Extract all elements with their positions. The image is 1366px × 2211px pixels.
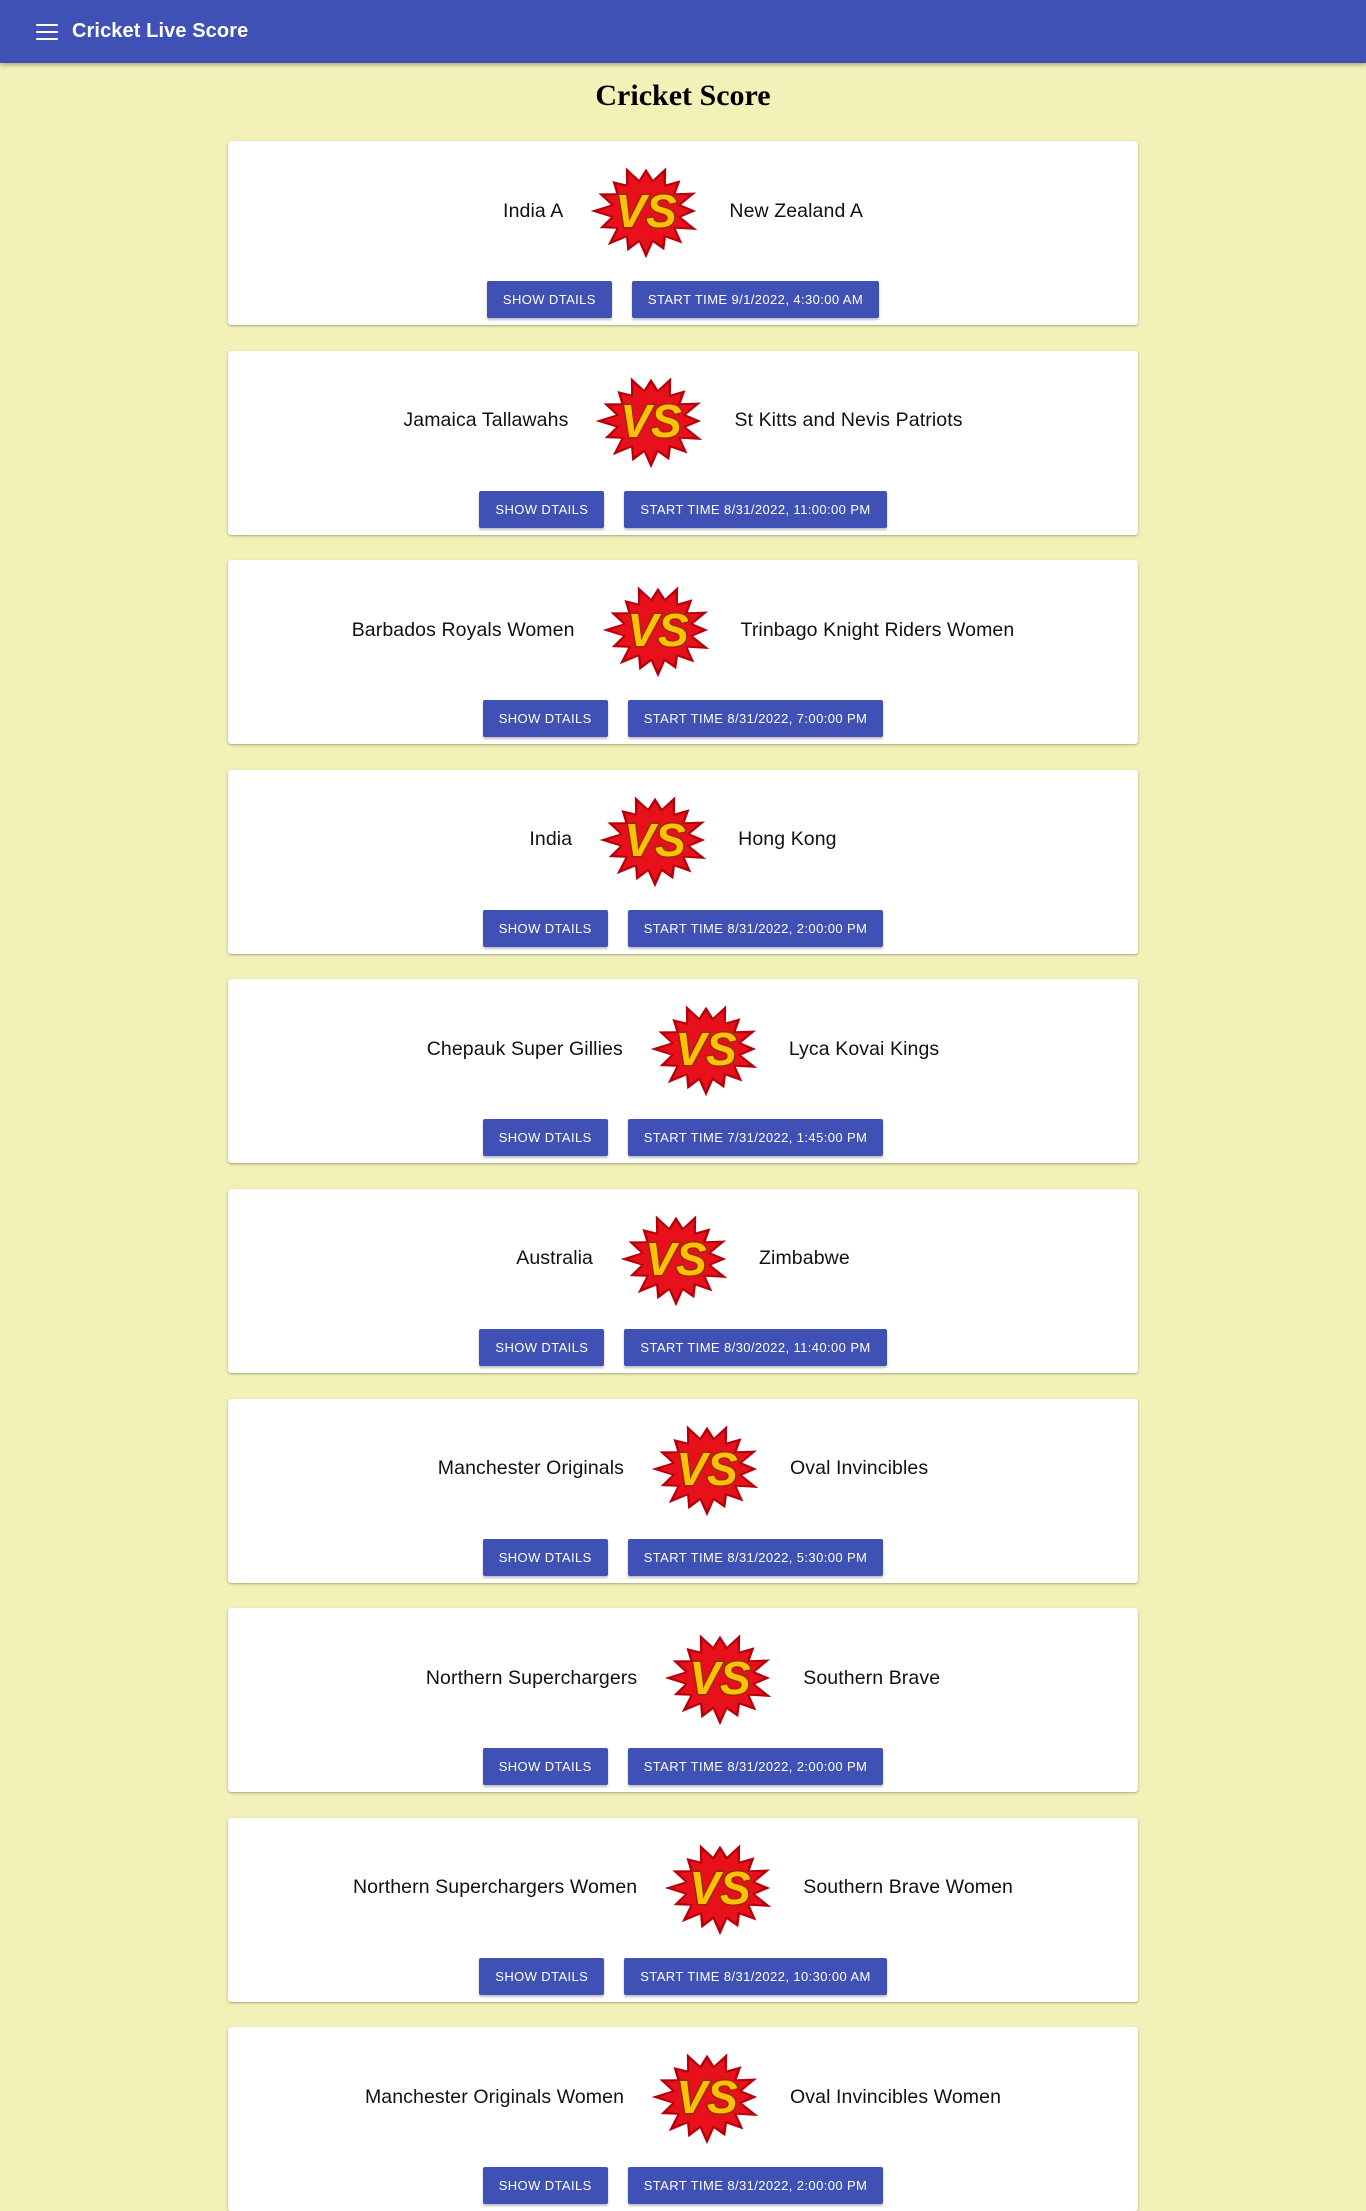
match-list: India A VS New Zealand A SHOW DTAILS START T… xyxy=(228,141,1138,2211)
card-actions: SHOW DTAILS START TIME 8/31/2022, 2:00:00… xyxy=(228,1748,1138,1786)
team-home-name: Northern Superchargers xyxy=(425,1666,638,1689)
teams-row: Australia VS Zimbabwe xyxy=(228,1211,1138,1307)
match-card: Manchester Originals Women VS Oval Invinci… xyxy=(228,2027,1138,2211)
show-details-button[interactable]: SHOW DTAILS xyxy=(482,1119,608,1157)
vs-badge-icon: VS xyxy=(591,167,698,259)
match-card: Chepauk Super Gillies VS Lyca Kovai Kings S… xyxy=(228,979,1138,1164)
start-time-button[interactable]: START TIME 8/31/2022, 11:00:00 PM xyxy=(624,490,887,528)
team-away-name: Southern Brave xyxy=(803,1666,941,1689)
card-actions: SHOW DTAILS START TIME 8/30/2022, 11:40:0… xyxy=(228,1328,1138,1366)
teams-row: Manchester Originals VS Oval Invincibles xyxy=(228,1421,1138,1517)
teams-row: Chepauk Super Gillies VS Lyca Kovai Kings xyxy=(228,1001,1138,1097)
team-home-name: Barbados Royals Women xyxy=(351,618,575,641)
match-card: Northern Superchargers Women VS Southern B… xyxy=(228,1817,1138,2002)
team-away-name: Oval Invincibles Women xyxy=(790,2085,1002,2108)
match-card: Jamaica Tallawahs VS St Kitts and Nevis Pa… xyxy=(228,350,1138,535)
menu-icon[interactable] xyxy=(36,23,58,40)
team-home-name: Chepauk Super Gillies xyxy=(426,1037,623,1060)
vs-badge-icon: VS xyxy=(665,1844,772,1935)
match-card: Barbados Royals Women VS Trinbago Knight R… xyxy=(228,560,1138,745)
team-away-name: New Zealand A xyxy=(729,199,863,222)
card-actions: SHOW DTAILS START TIME 8/31/2022, 11:00:0… xyxy=(228,490,1138,528)
card-actions: SHOW DTAILS START TIME 8/31/2022, 7:00:00… xyxy=(228,700,1138,738)
page-title: Cricket Score xyxy=(595,79,771,112)
vs-text: VS xyxy=(616,185,678,237)
teams-row: Jamaica Tallawahs VS St Kitts and Nevis Pa… xyxy=(228,373,1138,469)
start-time-button[interactable]: START TIME 8/31/2022, 2:00:00 PM xyxy=(627,2167,884,2205)
team-home-name: Northern Superchargers Women xyxy=(353,1876,638,1899)
vs-text: VS xyxy=(645,1233,707,1285)
vs-badge-icon: VS xyxy=(621,1215,728,1307)
start-time-button[interactable]: START TIME 9/1/2022, 4:30:00 AM xyxy=(631,281,880,318)
team-away-name: Southern Brave Women xyxy=(803,1876,1013,1899)
teams-row: Northern Superchargers VS Southern Brave xyxy=(228,1630,1138,1726)
card-actions: SHOW DTAILS START TIME 9/1/2022, 4:30:00 … xyxy=(228,281,1138,318)
teams-row: India VS Hong Kong xyxy=(228,792,1138,888)
team-away-name: Lyca Kovai Kings xyxy=(788,1037,940,1060)
show-details-button[interactable]: SHOW DTAILS xyxy=(482,2167,608,2205)
match-card: India VS Hong Kong SHOW DTAILS START TIME 8/… xyxy=(228,769,1138,954)
vs-text: VS xyxy=(676,1443,738,1495)
match-card: Northern Superchargers VS Southern Brave SH… xyxy=(228,1608,1138,1793)
start-time-button[interactable]: START TIME 8/31/2022, 2:00:00 PM xyxy=(627,1748,884,1786)
start-time-button[interactable]: START TIME 7/31/2022, 1:45:00 PM xyxy=(627,1119,884,1157)
team-home-name: Jamaica Tallawahs xyxy=(403,409,569,432)
vs-badge-icon: VS xyxy=(652,2053,759,2145)
vs-text: VS xyxy=(627,604,689,656)
card-actions: SHOW DTAILS START TIME 8/31/2022, 2:00:00… xyxy=(228,2167,1138,2205)
team-away-name: Trinbago Knight Riders Women xyxy=(740,618,1015,641)
teams-row: India A VS New Zealand A xyxy=(228,163,1138,259)
team-away-name: Oval Invincibles xyxy=(790,1457,929,1480)
show-details-button[interactable]: SHOW DTAILS xyxy=(479,490,605,528)
show-details-button[interactable]: SHOW DTAILS xyxy=(482,1748,608,1786)
vs-badge-icon: VS xyxy=(650,1005,758,1097)
start-time-button[interactable]: START TIME 8/31/2022, 7:00:00 PM xyxy=(627,700,884,738)
start-time-button[interactable]: START TIME 8/31/2022, 5:30:00 PM xyxy=(627,1538,884,1576)
vs-text: VS xyxy=(675,1023,737,1075)
card-actions: SHOW DTAILS START TIME 8/31/2022, 5:30:00… xyxy=(228,1538,1138,1576)
vs-text: VS xyxy=(676,2071,738,2123)
start-time-button[interactable]: START TIME 8/30/2022, 11:40:00 PM xyxy=(624,1328,887,1366)
team-home-name: Australia xyxy=(516,1247,594,1270)
card-actions: SHOW DTAILS START TIME 7/31/2022, 1:45:00… xyxy=(228,1119,1138,1157)
vs-badge-icon: VS xyxy=(652,1424,759,1516)
card-actions: SHOW DTAILS START TIME 8/31/2022, 2:00:00… xyxy=(228,909,1138,947)
team-home-name: Manchester Originals Women xyxy=(364,2085,625,2108)
teams-row: Manchester Originals Women VS Oval Invinci… xyxy=(228,2049,1138,2145)
team-away-name: St Kitts and Nevis Patriots xyxy=(734,409,963,432)
vs-text: VS xyxy=(621,395,683,447)
start-time-button[interactable]: START TIME 8/31/2022, 2:00:00 PM xyxy=(627,909,884,947)
show-details-button[interactable]: SHOW DTAILS xyxy=(482,909,608,947)
team-home-name: India A xyxy=(503,199,564,222)
vs-badge-icon: VS xyxy=(600,796,707,887)
vs-text: VS xyxy=(690,1652,752,1704)
show-details-button[interactable]: SHOW DTAILS xyxy=(482,1538,608,1576)
match-card: Australia VS Zimbabwe SHOW DTAILS START TIME… xyxy=(228,1188,1138,1373)
vs-text: VS xyxy=(624,814,686,866)
team-away-name: Zimbabwe xyxy=(759,1247,850,1270)
team-away-name: Hong Kong xyxy=(738,828,837,851)
teams-row: Barbados Royals Women VS Trinbago Knight R… xyxy=(228,582,1138,678)
show-details-button[interactable]: SHOW DTAILS xyxy=(482,700,608,738)
team-home-name: India xyxy=(529,828,573,851)
show-details-button[interactable]: SHOW DTAILS xyxy=(486,281,612,318)
card-actions: SHOW DTAILS START TIME 8/31/2022, 10:30:0… xyxy=(228,1957,1138,1995)
vs-badge-icon: VS xyxy=(665,1634,772,1726)
match-card: Manchester Originals VS Oval Invincibles SH… xyxy=(228,1398,1138,1583)
start-time-button[interactable]: START TIME 8/31/2022, 10:30:00 AM xyxy=(624,1957,887,1995)
match-card: India A VS New Zealand A SHOW DTAILS START T… xyxy=(228,141,1138,325)
vs-badge-icon: VS xyxy=(596,376,703,468)
teams-row: Northern Superchargers Women VS Southern B… xyxy=(228,1840,1138,1936)
team-home-name: Manchester Originals xyxy=(437,1457,625,1480)
app-title: Cricket Live Score xyxy=(72,20,249,42)
vs-text: VS xyxy=(690,1862,752,1914)
app-bar: Cricket Live Score xyxy=(0,0,1366,63)
vs-badge-icon: VS xyxy=(602,586,709,678)
show-details-button[interactable]: SHOW DTAILS xyxy=(479,1328,605,1366)
show-details-button[interactable]: SHOW DTAILS xyxy=(479,1957,605,1995)
